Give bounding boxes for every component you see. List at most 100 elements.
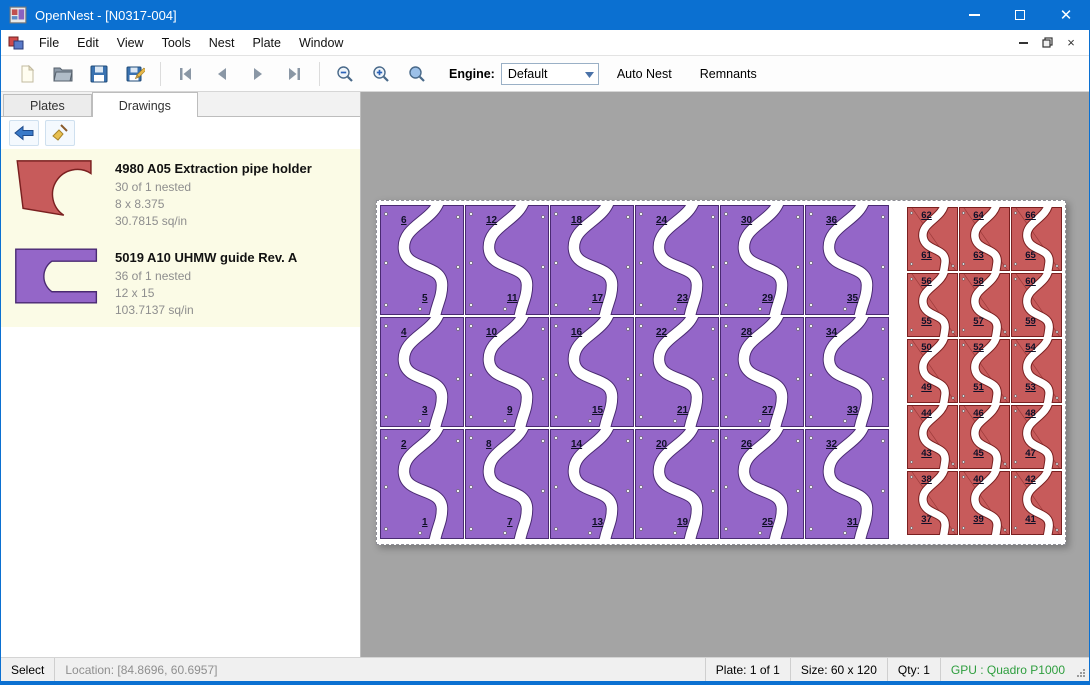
nav-last-button[interactable] (276, 59, 312, 89)
menu-view[interactable]: View (108, 32, 153, 54)
save-button[interactable] (81, 59, 117, 89)
nest-pair-purple[interactable]: 22 21 (635, 317, 719, 427)
tab-plates[interactable]: Plates (3, 94, 92, 116)
menu-plate[interactable]: Plate (243, 32, 290, 54)
nest-pair-purple[interactable]: 1615 (550, 317, 634, 427)
minimize-icon (969, 14, 980, 16)
part-number: 19 (677, 518, 688, 528)
status-location: Location: [84.8696, 60.6957] (54, 658, 227, 681)
plate-sheet[interactable]: 6512111817242330293635431091615222128273… (376, 200, 1066, 545)
nav-first-button[interactable] (168, 59, 204, 89)
nest-pair-red[interactable]: 4847 (1011, 405, 1062, 469)
drawing-list-item[interactable]: 5019 A10 UHMW guide Rev. A 36 of 1 neste… (1, 238, 360, 327)
nest-pair-purple[interactable]: 1413 (550, 429, 634, 539)
part-thumbnail-purple (13, 246, 101, 306)
mdi-close-button[interactable]: × (1059, 33, 1083, 53)
menu-window[interactable]: Window (290, 32, 352, 54)
nest-pair-purple[interactable]: 2827 (720, 317, 804, 427)
nest-pair-purple[interactable]: 3231 (805, 429, 889, 539)
tab-drawings[interactable]: Drawings (92, 92, 198, 117)
part-number: 7 (507, 518, 513, 528)
clean-button[interactable] (45, 120, 75, 146)
open-button[interactable] (45, 59, 81, 89)
nest-pair-purple[interactable]: 43 (380, 317, 464, 427)
nest-pair-red[interactable]: 4039 (959, 471, 1010, 535)
red-part-shape (907, 339, 958, 403)
part-number: 59 (1025, 317, 1036, 327)
zoom-fit-button[interactable] (399, 59, 435, 89)
part-number: 58 (973, 277, 984, 287)
nest-pair-red[interactable]: 4443 (907, 405, 958, 469)
part-number: 14 (571, 440, 582, 450)
mdi-minimize-button[interactable] (1011, 33, 1035, 53)
nest-pair-purple[interactable]: 65 (380, 205, 464, 315)
nest-pair-purple[interactable]: 2625 (720, 429, 804, 539)
menu-file[interactable]: File (30, 32, 68, 54)
part-number: 50 (921, 343, 932, 353)
nest-pair-red[interactable]: 5049 (907, 339, 958, 403)
red-part-shape (1011, 471, 1062, 535)
toolbar-separator (319, 62, 320, 86)
maximize-button[interactable] (997, 0, 1043, 30)
nest-pair-purple[interactable]: 21 (380, 429, 464, 539)
part-number: 56 (921, 277, 932, 287)
mdi-restore-button[interactable] (1035, 33, 1059, 53)
red-part-shape (959, 405, 1010, 469)
nest-pair-purple[interactable]: 3433 (805, 317, 889, 427)
nest-pair-purple[interactable]: 1211 (465, 205, 549, 315)
nest-pair-purple[interactable]: 3635 (805, 205, 889, 315)
nest-pair-red[interactable]: 5453 (1011, 339, 1062, 403)
nest-pair-red[interactable]: 4645 (959, 405, 1010, 469)
nest-pair-purple[interactable]: 3029 (720, 205, 804, 315)
remnants-button[interactable]: Remnants (690, 61, 767, 87)
menu-edit[interactable]: Edit (68, 32, 108, 54)
nav-prev-button[interactable] (204, 59, 240, 89)
part-number: 22 (656, 328, 667, 338)
nest-pair-purple[interactable]: 109 (465, 317, 549, 427)
part-number: 37 (921, 515, 932, 525)
nest-pair-red[interactable]: 5251 (959, 339, 1010, 403)
part-number: 20 (656, 440, 667, 450)
previous-plate-icon (214, 67, 230, 81)
minimize-button[interactable] (951, 0, 997, 30)
nest-pair-red[interactable]: 4241 (1011, 471, 1062, 535)
auto-nest-button[interactable]: Auto Nest (607, 61, 682, 87)
part-number: 2 (401, 440, 407, 450)
nest-pair-red[interactable]: 6261 (907, 207, 958, 271)
zoom-in-button[interactable] (363, 59, 399, 89)
drawing-list-item[interactable]: 4980 A05 Extraction pipe holder 30 of 1 … (1, 149, 360, 238)
nest-pair-purple[interactable]: 1817 (550, 205, 634, 315)
menu-nest[interactable]: Nest (200, 32, 244, 54)
red-part-shape (907, 273, 958, 337)
zoom-out-icon (336, 65, 354, 83)
red-part-shape (1011, 405, 1062, 469)
menu-tools[interactable]: Tools (153, 32, 200, 54)
part-number: 61 (921, 251, 932, 261)
part-number: 31 (847, 518, 858, 528)
engine-select[interactable]: Default (501, 63, 599, 85)
nest-pair-purple[interactable]: 2423 (635, 205, 719, 315)
new-button[interactable] (9, 59, 45, 89)
nest-pair-red[interactable]: 5857 (959, 273, 1010, 337)
nest-pair-red[interactable]: 6665 (1011, 207, 1062, 271)
part-number: 21 (677, 406, 688, 416)
zoom-out-button[interactable] (327, 59, 363, 89)
nest-pair-red[interactable]: 5655 (907, 273, 958, 337)
part-number: 4 (401, 328, 407, 338)
save-as-button[interactable] (117, 59, 153, 89)
nest-pair-red[interactable]: 6059 (1011, 273, 1062, 337)
red-part-shape (959, 471, 1010, 535)
nav-next-button[interactable] (240, 59, 276, 89)
close-button[interactable]: ✕ (1043, 0, 1089, 30)
status-qty: Qty: 1 (887, 658, 940, 681)
back-arrow-button[interactable] (9, 120, 39, 146)
nest-pair-red[interactable]: 6463 (959, 207, 1010, 271)
part-number: 1 (422, 518, 428, 528)
resize-grip-icon (1076, 668, 1086, 678)
nest-canvas[interactable]: 6512111817242330293635431091615222128273… (361, 92, 1089, 657)
nest-pair-purple[interactable]: 2019 (635, 429, 719, 539)
part-number: 17 (592, 294, 603, 304)
nest-pair-red[interactable]: 3837 (907, 471, 958, 535)
resize-grip[interactable] (1075, 658, 1089, 681)
nest-pair-purple[interactable]: 87 (465, 429, 549, 539)
